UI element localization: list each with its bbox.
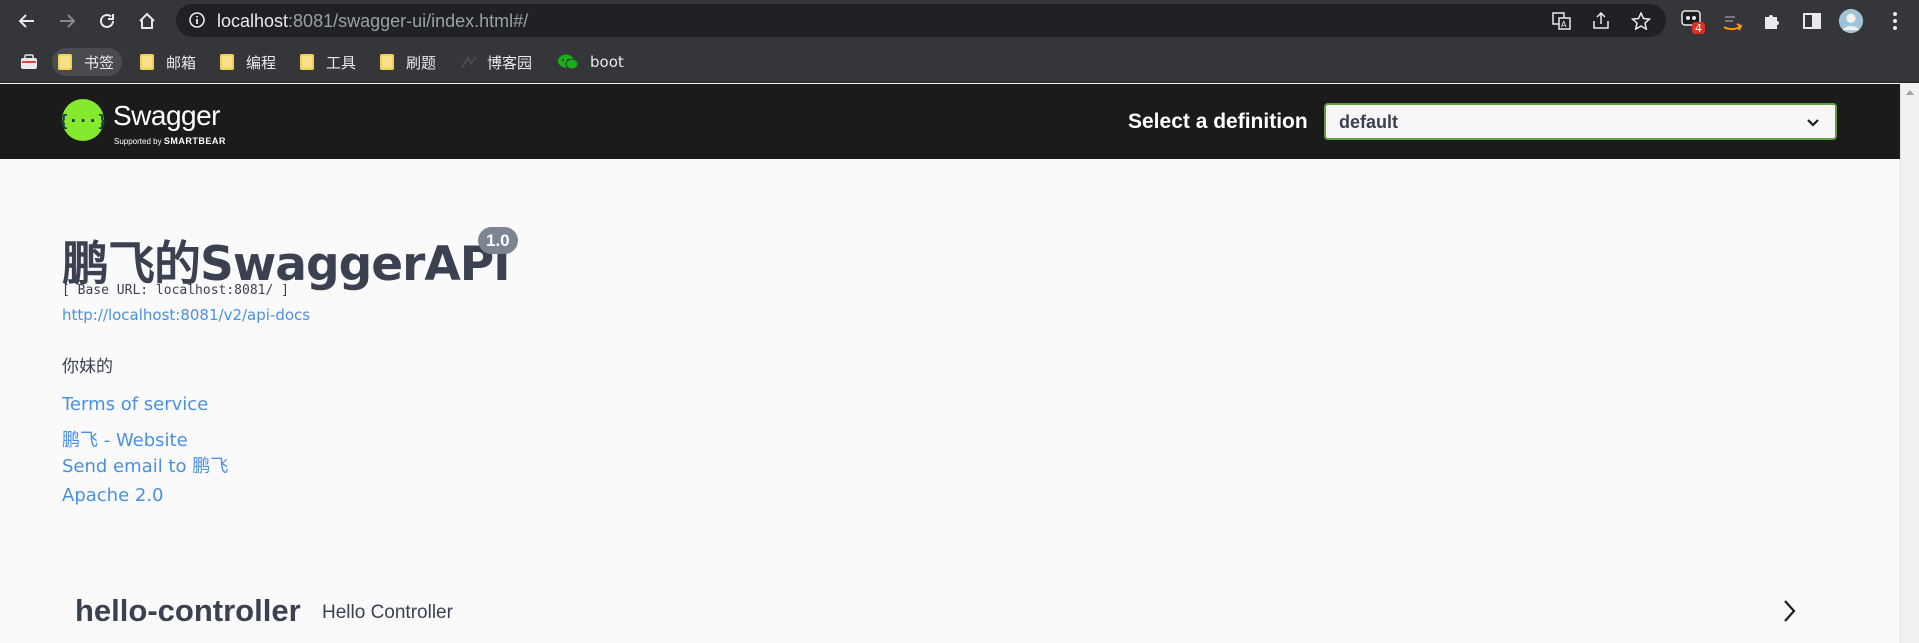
menu-kebab-icon[interactable] — [1882, 8, 1908, 34]
swagger-logo-icon[interactable]: {···} — [59, 99, 107, 141]
share-icon[interactable] — [1591, 11, 1611, 35]
scroll-up-arrow-icon[interactable] — [1906, 90, 1914, 95]
extension-badge-icon[interactable]: 4 — [1680, 8, 1706, 34]
reload-button[interactable] — [94, 8, 120, 34]
forward-arrow-icon — [60, 14, 76, 28]
apps-icon[interactable] — [20, 48, 38, 76]
url-text: localhost:8081/swagger-ui/index.html#/ — [217, 11, 529, 31]
home-icon — [139, 12, 155, 29]
terms-of-service-link[interactable]: Terms of service — [62, 394, 208, 415]
address-bar[interactable]: localhost:8081/swagger-ui/index.html#/ A — [176, 4, 1666, 37]
swagger-logo-subtitle: Supported by SMARTBEAR — [114, 136, 226, 146]
site-info-icon[interactable] — [188, 11, 206, 34]
controller-description: Hello Controller — [322, 602, 453, 623]
bookmark-star-icon[interactable] — [1630, 11, 1652, 35]
controller-section[interactable]: hello-controller Hello Controller — [62, 585, 1807, 637]
email-link[interactable]: Send email to 鹏飞 — [62, 452, 228, 478]
svg-text:A: A — [1561, 20, 1567, 29]
amazon-extension-icon[interactable] — [1720, 8, 1746, 34]
api-description: 你妹的 — [62, 357, 113, 377]
base-url: [ Base URL: localhost:8081/ ] — [62, 283, 289, 298]
reload-icon — [100, 13, 114, 28]
folder-icon — [220, 54, 234, 70]
api-docs-link[interactable]: http://localhost:8081/v2/api-docs — [62, 306, 310, 324]
swagger-logo-text[interactable]: Swagger — [113, 100, 221, 132]
bookmark-folder[interactable]: 编程 — [220, 48, 276, 76]
definition-select[interactable]: default — [1324, 103, 1837, 140]
license-link[interactable]: Apache 2.0 — [62, 485, 164, 506]
browser-toolbar: localhost:8081/swagger-ui/index.html#/ A… — [0, 0, 1919, 41]
chevron-right-icon[interactable] — [1782, 599, 1796, 628]
back-button[interactable] — [14, 8, 40, 34]
definition-label: Select a definition — [1128, 110, 1308, 133]
controller-name: hello-controller — [75, 593, 301, 628]
bookmark-folder[interactable]: 刷题 — [380, 48, 436, 76]
folder-icon — [380, 54, 394, 70]
bookmark-site[interactable]: 博客园 — [460, 48, 532, 76]
wechat-icon — [558, 54, 579, 70]
folder-icon — [300, 54, 314, 70]
swagger-topbar: {···} Swagger Supported by SMARTBEAR Sel… — [0, 84, 1900, 159]
bookmark-folder[interactable]: 工具 — [300, 48, 356, 76]
definition-value: default — [1339, 112, 1399, 132]
svg-text:4: 4 — [1695, 22, 1702, 34]
cnblogs-icon — [461, 56, 477, 69]
bookmark-site[interactable]: boot — [557, 48, 624, 76]
profile-avatar-icon[interactable] — [1838, 8, 1864, 34]
translate-icon[interactable]: A — [1552, 12, 1572, 35]
version-badge: 1.0 — [478, 227, 518, 254]
website-link[interactable]: 鹏飞 - Website — [62, 426, 188, 452]
back-arrow-icon — [18, 14, 34, 28]
bookmarks-bar: 书签 邮箱 编程 工具 刷题 博客园 boot — [0, 41, 1919, 83]
forward-button[interactable] — [54, 8, 80, 34]
folder-icon — [58, 54, 72, 70]
home-button[interactable] — [134, 8, 160, 34]
bookmark-folder[interactable]: 邮箱 — [140, 48, 196, 76]
page-scrollbar[interactable] — [1900, 84, 1919, 643]
chevron-down-icon — [1806, 115, 1820, 133]
folder-icon — [140, 54, 154, 70]
extensions-puzzle-icon[interactable] — [1759, 8, 1785, 34]
bookmark-folder[interactable]: 书签 — [52, 48, 123, 76]
side-panel-icon[interactable] — [1799, 8, 1825, 34]
